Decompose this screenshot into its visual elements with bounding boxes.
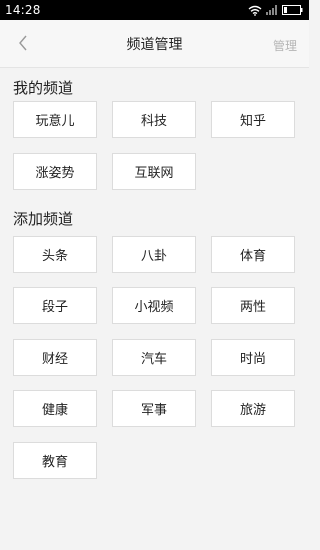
manage-button[interactable]: 管理	[273, 37, 297, 54]
add-channel-item[interactable]: 教育	[13, 442, 97, 479]
signal-icon	[266, 5, 277, 15]
battery-icon	[282, 5, 303, 15]
add-channel-item[interactable]: 段子	[13, 287, 97, 324]
status-icons	[248, 3, 303, 17]
my-channel-item[interactable]: 互联网	[112, 153, 196, 190]
status-bar: 14:28	[0, 0, 309, 20]
add-channel-item[interactable]: 体育	[211, 236, 295, 273]
add-channel-item[interactable]: 八卦	[112, 236, 196, 273]
my-channel-item[interactable]: 玩意儿	[13, 101, 97, 138]
add-channel-item[interactable]: 军事	[112, 390, 196, 427]
add-channel-item[interactable]: 财经	[13, 339, 97, 376]
add-channel-item[interactable]: 头条	[13, 236, 97, 273]
add-channel-item[interactable]: 旅游	[211, 390, 295, 427]
nav-bar: 频道管理 管理	[0, 20, 309, 68]
add-channel-item[interactable]: 汽车	[112, 339, 196, 376]
add-channels-title: 添加频道	[13, 210, 74, 228]
page-title: 频道管理	[126, 37, 183, 53]
my-channel-item[interactable]: 科技	[112, 101, 196, 138]
my-channels-title: 我的频道	[13, 79, 74, 97]
add-channel-item[interactable]: 健康	[13, 390, 97, 427]
add-channel-item[interactable]: 时尚	[211, 339, 295, 376]
wifi-icon	[248, 5, 262, 16]
add-channel-item[interactable]: 小视频	[112, 287, 196, 324]
status-time: 14:28	[5, 3, 41, 17]
add-channel-item[interactable]: 两性	[211, 287, 295, 324]
my-channel-item[interactable]: 涨姿势	[13, 153, 97, 190]
my-channel-item[interactable]: 知乎	[211, 101, 295, 138]
